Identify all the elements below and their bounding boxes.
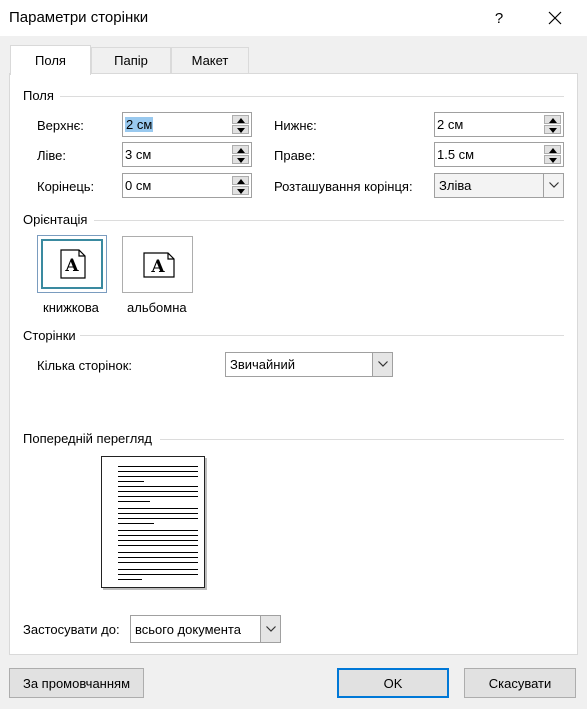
gutter-position-value: Зліва — [439, 178, 472, 193]
spin-up-icon — [549, 148, 557, 153]
close-icon — [548, 11, 562, 25]
gutter-label: Корінець: — [37, 179, 95, 194]
orientation-section-label: Орієнтація — [23, 212, 88, 227]
top-margin-value[interactable]: 2 см — [125, 117, 154, 132]
landscape-icon-glyph: A — [150, 257, 165, 277]
top-margin-down-button[interactable] — [232, 125, 249, 134]
tab-margins[interactable]: Поля — [10, 45, 91, 75]
pages-section-label: Сторінки — [23, 328, 76, 343]
close-button[interactable] — [538, 2, 572, 34]
chevron-down-icon — [266, 626, 276, 632]
spin-down-icon — [549, 158, 557, 163]
spin-down-icon — [549, 128, 557, 133]
multiple-pages-dropdown-button[interactable] — [372, 353, 392, 376]
apply-to-value: всього документа — [135, 622, 241, 637]
chevron-down-icon — [549, 182, 559, 188]
spin-down-icon — [237, 189, 245, 194]
apply-to-dropdown-button[interactable] — [260, 616, 280, 642]
right-margin-label: Праве: — [274, 148, 316, 163]
preview-page — [101, 456, 205, 588]
left-margin-spinner[interactable]: 3 см — [122, 142, 252, 167]
margins-divider — [60, 96, 564, 97]
right-margin-value[interactable]: 1.5 см — [437, 147, 474, 162]
cancel-button[interactable]: Скасувати — [464, 668, 576, 698]
top-margin-spinner[interactable]: 2 см — [122, 112, 252, 137]
right-margin-down-button[interactable] — [544, 155, 561, 164]
gutter-down-button[interactable] — [232, 186, 249, 195]
multiple-pages-value: Звичайний — [230, 357, 295, 372]
bottom-margin-spinner[interactable]: 2 см — [434, 112, 564, 137]
preview-divider — [160, 439, 564, 440]
document-a-icon: A — [60, 249, 86, 279]
tab-paper[interactable]: Папір — [91, 47, 171, 73]
top-margin-up-button[interactable] — [232, 115, 249, 124]
left-margin-down-button[interactable] — [232, 155, 249, 164]
left-margin-value[interactable]: 3 см — [125, 147, 151, 162]
preview-text-lines — [118, 466, 198, 580]
portrait-button[interactable]: A — [37, 235, 107, 293]
preview-section-label: Попередній перегляд — [23, 431, 152, 446]
bottom-margin-up-button[interactable] — [544, 115, 561, 124]
gutter-position-label: Розташування корінця: — [274, 179, 413, 194]
landscape-label[interactable]: альбомна — [127, 300, 187, 315]
gutter-position-dropdown-button[interactable] — [543, 174, 563, 197]
spin-down-icon — [237, 158, 245, 163]
help-button[interactable]: ? — [482, 2, 516, 34]
multiple-pages-select[interactable]: Звичайний — [225, 352, 393, 377]
bottom-margin-down-button[interactable] — [544, 125, 561, 134]
portrait-icon-glyph: A — [64, 256, 79, 276]
spin-down-icon — [237, 128, 245, 133]
gutter-up-button[interactable] — [232, 176, 249, 185]
spin-up-icon — [237, 118, 245, 123]
margins-section-label: Поля — [23, 88, 54, 103]
right-margin-up-button[interactable] — [544, 145, 561, 154]
multiple-pages-label: Кілька сторінок: — [37, 358, 132, 373]
portrait-label[interactable]: книжкова — [43, 300, 99, 315]
top-margin-label: Верхнє: — [37, 118, 84, 133]
spin-up-icon — [549, 118, 557, 123]
dialog-title: Параметри сторінки — [9, 9, 149, 26]
set-as-default-button[interactable]: За промовчанням — [9, 668, 144, 698]
apply-to-select[interactable]: всього документа — [130, 615, 281, 643]
bottom-margin-label: Нижнє: — [274, 118, 317, 133]
gutter-value[interactable]: 0 см — [125, 178, 151, 193]
apply-to-label: Застосувати до: — [23, 622, 120, 637]
spin-up-icon — [237, 148, 245, 153]
landscape-button[interactable]: A — [122, 236, 193, 293]
tab-layout[interactable]: Макет — [171, 47, 249, 73]
chevron-down-icon — [378, 361, 388, 367]
left-margin-label: Ліве: — [37, 148, 67, 163]
gutter-spinner[interactable]: 0 см — [122, 173, 252, 198]
right-margin-spinner[interactable]: 1.5 см — [434, 142, 564, 167]
pages-divider — [80, 335, 564, 336]
gutter-position-select[interactable]: Зліва — [434, 173, 564, 198]
bottom-margin-value[interactable]: 2 см — [437, 117, 463, 132]
ok-button[interactable]: OK — [337, 668, 449, 698]
landscape-a-icon: A — [143, 252, 175, 278]
left-margin-up-button[interactable] — [232, 145, 249, 154]
spin-up-icon — [237, 179, 245, 184]
orientation-divider — [94, 220, 564, 221]
